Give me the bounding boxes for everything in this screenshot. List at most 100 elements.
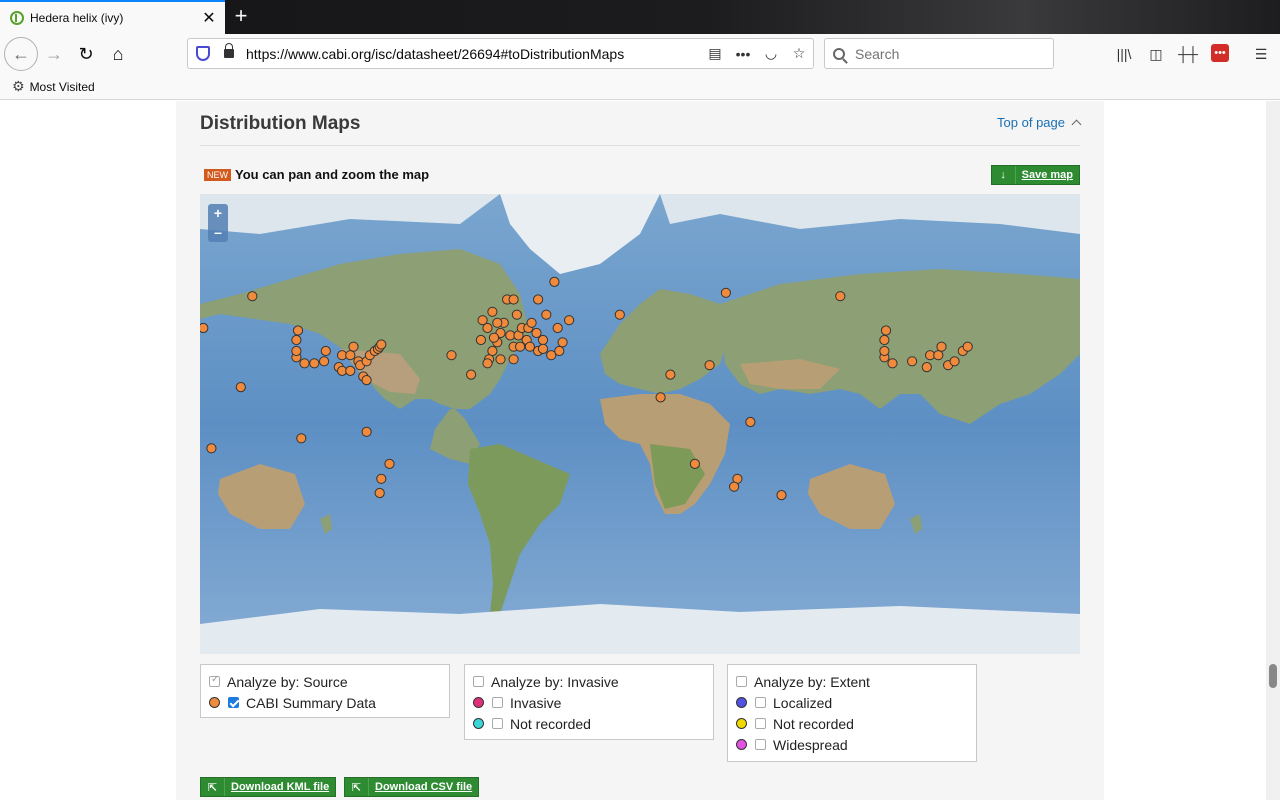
occurrence-marker[interactable] bbox=[936, 341, 947, 352]
occurrence-marker[interactable] bbox=[475, 334, 486, 346]
occurrence-marker[interactable] bbox=[508, 294, 519, 305]
tracking-protection-icon[interactable] bbox=[196, 46, 210, 61]
download-csv-button[interactable]: ⇱ Download CSV file bbox=[344, 777, 480, 797]
browser-tab[interactable]: Hedera helix (ivy) ✕ bbox=[0, 0, 225, 34]
close-tab-icon[interactable]: ✕ bbox=[197, 8, 221, 28]
occurrence-marker[interactable] bbox=[200, 322, 209, 334]
save-map-button[interactable]: ↓ Save map bbox=[990, 165, 1080, 185]
zoom-out-button[interactable]: – bbox=[208, 223, 228, 242]
occurrence-marker[interactable] bbox=[880, 325, 892, 336]
occurrence-marker[interactable] bbox=[665, 369, 676, 380]
address-bar[interactable]: https://www.cabi.org/isc/datasheet/26694… bbox=[187, 38, 814, 69]
extent-analyze-checkbox[interactable] bbox=[736, 676, 747, 687]
occurrence-marker[interactable] bbox=[524, 341, 535, 352]
home-button[interactable]: ⌂ bbox=[102, 38, 134, 70]
invasive-checkbox[interactable] bbox=[492, 697, 503, 708]
new-tab-button[interactable]: + bbox=[228, 4, 254, 30]
search-input[interactable]: Search bbox=[824, 38, 1054, 69]
bookmark-star-icon[interactable]: ☆ bbox=[785, 45, 813, 62]
occurrence-marker[interactable] bbox=[564, 315, 575, 326]
lastpass-icon[interactable]: ••• bbox=[1211, 44, 1229, 62]
occurrence-marker[interactable] bbox=[549, 276, 560, 288]
occurrence-marker[interactable] bbox=[907, 356, 918, 367]
occurrence-marker[interactable] bbox=[247, 291, 258, 302]
back-button[interactable]: ← bbox=[4, 37, 38, 71]
occurrence-marker[interactable] bbox=[345, 365, 356, 376]
lock-icon[interactable] bbox=[224, 43, 234, 58]
page-scrollbar[interactable] bbox=[1266, 101, 1280, 800]
occurrence-marker[interactable] bbox=[482, 358, 493, 369]
occurrence-marker[interactable] bbox=[291, 334, 302, 346]
occurrence-marker[interactable] bbox=[292, 325, 304, 336]
occurrence-marker[interactable] bbox=[879, 334, 890, 346]
distribution-map[interactable]: + – bbox=[200, 194, 1080, 654]
occurrence-marker[interactable] bbox=[319, 356, 330, 367]
not-recorded-checkbox[interactable] bbox=[492, 718, 503, 729]
occurrence-marker[interactable] bbox=[376, 339, 387, 350]
sidebar-icon[interactable]: ◫ bbox=[1146, 44, 1166, 64]
extension-icon[interactable]: ┼┼ bbox=[1178, 44, 1198, 64]
occurrence-marker[interactable] bbox=[835, 291, 846, 302]
occurrence-marker[interactable] bbox=[704, 360, 715, 371]
occurrence-marker[interactable] bbox=[488, 332, 500, 343]
occurrence-marker[interactable] bbox=[345, 350, 356, 361]
widespread-checkbox[interactable] bbox=[755, 739, 766, 750]
localized-checkbox[interactable] bbox=[755, 697, 766, 708]
top-of-page-link[interactable]: Top of page bbox=[997, 115, 1082, 130]
occurrence-marker[interactable] bbox=[933, 350, 944, 361]
occurrence-marker[interactable] bbox=[482, 322, 493, 334]
occurrence-marker[interactable] bbox=[720, 287, 732, 298]
cabi-summary-checkbox[interactable] bbox=[228, 697, 239, 708]
occurrence-marker[interactable] bbox=[879, 345, 890, 357]
occurrence-marker[interactable] bbox=[745, 416, 756, 428]
occurrence-marker[interactable] bbox=[206, 443, 217, 454]
occurrence-marker[interactable] bbox=[376, 473, 387, 484]
occurrence-marker[interactable] bbox=[235, 382, 246, 393]
occurrence-marker[interactable] bbox=[533, 294, 544, 305]
occurrence-marker[interactable] bbox=[309, 358, 320, 369]
download-kml-label[interactable]: Download KML file bbox=[225, 781, 335, 793]
occurrence-marker[interactable] bbox=[949, 356, 960, 367]
download-csv-label[interactable]: Download CSV file bbox=[369, 781, 478, 793]
occurrence-marker[interactable] bbox=[511, 309, 522, 320]
occurrence-marker[interactable] bbox=[614, 309, 625, 320]
occurrence-marker[interactable] bbox=[495, 354, 506, 365]
occurrence-marker[interactable] bbox=[537, 343, 549, 354]
invasive-analyze-checkbox[interactable] bbox=[473, 676, 484, 687]
top-of-page-label[interactable]: Top of page bbox=[997, 115, 1065, 130]
page-actions-icon[interactable]: ••• bbox=[729, 46, 757, 62]
occurrence-marker[interactable] bbox=[291, 345, 302, 357]
occurrence-marker[interactable] bbox=[361, 375, 372, 386]
occurrence-marker[interactable] bbox=[962, 341, 973, 352]
occurrence-marker[interactable] bbox=[887, 358, 898, 369]
zoom-in-button[interactable]: + bbox=[208, 204, 228, 223]
url-text[interactable]: https://www.cabi.org/isc/datasheet/26694… bbox=[246, 46, 701, 62]
save-map-label[interactable]: Save map bbox=[1016, 169, 1079, 181]
occurrence-marker[interactable] bbox=[446, 350, 457, 361]
reload-button[interactable]: ↻ bbox=[70, 38, 102, 70]
occurrence-marker[interactable] bbox=[299, 358, 310, 369]
occurrence-marker[interactable] bbox=[554, 345, 565, 357]
forward-button[interactable]: → bbox=[38, 38, 70, 70]
occurrence-marker[interactable] bbox=[776, 490, 787, 501]
occurrence-marker[interactable] bbox=[526, 317, 537, 328]
occurrence-marker[interactable] bbox=[689, 458, 700, 469]
menu-icon[interactable]: ☰ bbox=[1251, 44, 1271, 64]
reader-view-icon[interactable]: ▤ bbox=[701, 45, 729, 62]
world-map-svg[interactable] bbox=[200, 194, 1080, 654]
scrollbar-thumb[interactable] bbox=[1269, 664, 1277, 688]
download-kml-button[interactable]: ⇱ Download KML file bbox=[200, 777, 337, 797]
most-visited-bookmark[interactable]: Most Visited bbox=[30, 80, 95, 94]
occurrence-marker[interactable] bbox=[466, 369, 477, 380]
occurrence-marker[interactable] bbox=[552, 322, 563, 334]
occurrence-marker[interactable] bbox=[384, 458, 395, 469]
occurrence-marker[interactable] bbox=[296, 433, 307, 444]
occurrence-marker[interactable] bbox=[508, 354, 519, 365]
occurrence-marker[interactable] bbox=[492, 317, 503, 328]
occurrence-marker[interactable] bbox=[537, 334, 549, 346]
occurrence-marker[interactable] bbox=[557, 337, 568, 348]
occurrence-marker[interactable] bbox=[361, 426, 372, 437]
pocket-icon[interactable]: ◡ bbox=[757, 45, 785, 62]
occurrence-marker[interactable] bbox=[320, 345, 331, 357]
extent-not-recorded-checkbox[interactable] bbox=[755, 718, 766, 729]
